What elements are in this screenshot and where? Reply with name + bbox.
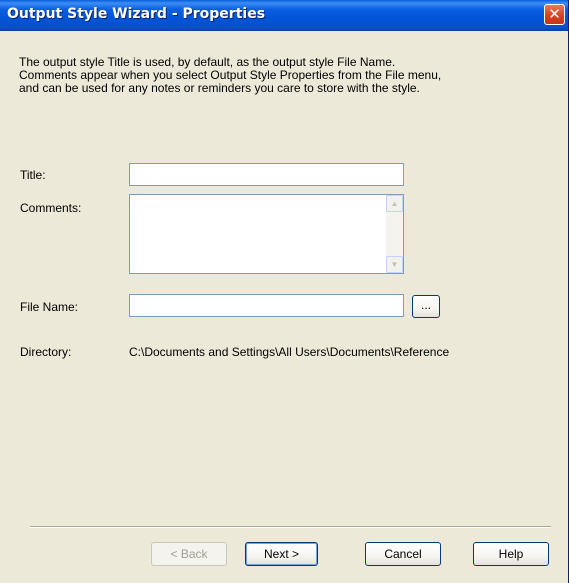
comments-textarea[interactable]: ▲ ▼ bbox=[129, 194, 404, 274]
filename-label: File Name: bbox=[20, 300, 79, 314]
scroll-down-icon[interactable]: ▼ bbox=[386, 256, 403, 273]
title-label: Title: bbox=[20, 168, 46, 182]
window-title: Output Style Wizard - Properties bbox=[7, 6, 266, 22]
back-button[interactable]: < Back bbox=[151, 542, 227, 566]
intro-line: and can be used for any notes or reminde… bbox=[19, 81, 420, 95]
footer-separator bbox=[30, 526, 551, 528]
comments-label: Comments: bbox=[20, 201, 82, 215]
scroll-up-icon[interactable]: ▲ bbox=[386, 195, 403, 212]
browse-button[interactable]: ... bbox=[412, 295, 440, 318]
filename-input[interactable] bbox=[129, 294, 404, 317]
help-button[interactable]: Help bbox=[473, 542, 549, 566]
title-input[interactable] bbox=[129, 163, 404, 186]
cancel-button[interactable]: Cancel bbox=[365, 542, 441, 566]
wizard-dialog: Output Style Wizard - Properties ✕ The o… bbox=[0, 0, 569, 583]
intro-text: The output style Title is used, by defau… bbox=[19, 56, 549, 95]
close-icon: ✕ bbox=[548, 5, 561, 23]
directory-value: C:\Documents and Settings\All Users\Docu… bbox=[129, 345, 450, 359]
directory-label: Directory: bbox=[20, 345, 72, 359]
next-button[interactable]: Next > bbox=[245, 542, 318, 566]
comments-scrollbar[interactable]: ▲ ▼ bbox=[386, 195, 403, 273]
title-bar[interactable]: Output Style Wizard - Properties ✕ bbox=[0, 0, 568, 31]
close-button[interactable]: ✕ bbox=[544, 4, 565, 25]
